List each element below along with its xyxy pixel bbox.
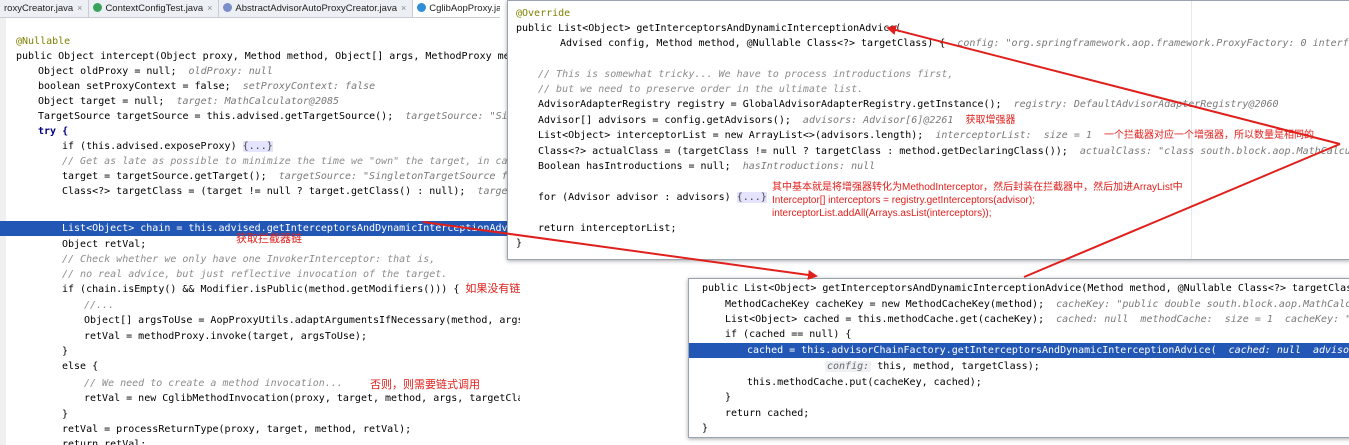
code-line: return retVal; <box>62 439 147 445</box>
code-line: retVal = processReturnType(proxy, target… <box>62 424 412 435</box>
code-line: Object[] argsToUse = AopProxyUtils.adapt… <box>84 315 520 326</box>
code-comment: // but we need to preserve order in the … <box>538 84 864 95</box>
code-line: Advised config, Method method, @Nullable… <box>560 38 1349 49</box>
code-line: } <box>725 392 732 403</box>
code-comment: // no real advice, but just reflective i… <box>62 269 448 280</box>
code-line: boolean setProxyContext = false; setProx… <box>38 81 376 92</box>
code-line: Object oldProxy = null; oldProxy: null <box>38 66 273 77</box>
code-comment: // This is somewhat tricky... We have to… <box>538 69 954 80</box>
code-line: List<Object> cached = this.methodCache.g… <box>725 314 1349 325</box>
tab-label: roxyCreator.java <box>4 3 74 14</box>
annotation-note: 获取增强器 <box>965 115 1016 126</box>
code-line: retVal = methodProxy.invoke(target, args… <box>84 331 367 342</box>
close-icon[interactable]: × <box>207 3 212 13</box>
code-line: this.methodCache.put(cacheKey, cached); <box>747 377 982 388</box>
code-line: @Nullable <box>16 36 71 47</box>
annotation-note: 如果没有链，则直接执行目标方法 <box>465 283 520 295</box>
code-line: if (cached == null) { <box>725 329 852 340</box>
tab-context-config-test[interactable]: ContextConfigTest.java × <box>89 0 220 17</box>
tab-proxy-creator[interactable]: roxyCreator.java × <box>0 0 90 17</box>
code-line: public Object intercept(Object proxy, Me… <box>16 51 520 62</box>
close-icon[interactable]: × <box>401 3 406 13</box>
code-line: public List<Object> getInterceptorsAndDy… <box>702 283 1349 294</box>
code-line: MethodCacheKey cacheKey = new MethodCach… <box>725 299 1349 310</box>
code-line: retVal = new CglibMethodInvocation(proxy… <box>84 393 520 404</box>
code-line: for (Advisor advisor : advisors) {...} <box>538 192 767 203</box>
code-line: public List<Object> getInterceptorsAndDy… <box>516 23 902 34</box>
code-line: else { <box>62 361 99 372</box>
annotation-note: 获取拦截器链 <box>236 233 302 245</box>
annotation-note: 一个拦截器对应一个增强器，所以数量是相同的 <box>1103 130 1314 141</box>
method-definition-popup[interactable]: @Override public List<Object> getInterce… <box>507 0 1349 260</box>
code-comment: // We need to create a method invocation… <box>84 378 343 389</box>
code-line: Advisor[] advisors = config.getAdvisors(… <box>538 115 1016 126</box>
code-line: @Override <box>516 8 571 19</box>
annotation-note: 其中基本就是将增强器转化为MethodInterceptor，然后封装在拦截器中… <box>772 182 1183 193</box>
code-line: } <box>62 409 69 420</box>
code-comment: // Get as late as possible to minimize t… <box>62 156 520 167</box>
tab-label: AbstractAdvisorAutoProxyCreator.java <box>235 3 397 14</box>
code-line: List<Object> interceptorList = new Array… <box>538 130 1314 141</box>
fold-marker[interactable]: {...} <box>736 192 767 203</box>
code-line: Object retVal; <box>62 239 147 250</box>
code-line: try { <box>38 126 69 137</box>
code-line: config: this, method, targetClass); <box>825 361 1040 372</box>
code-line: Boolean hasIntroductions = null; hasIntr… <box>538 161 876 172</box>
tab-abstract-advisor[interactable]: AbstractAdvisorAutoProxyCreator.java × <box>219 0 414 17</box>
tab-label: CglibAopProxy.java <box>429 3 500 14</box>
close-icon[interactable]: × <box>77 3 82 13</box>
code-line: Object target = null; target: MathCalcul… <box>38 96 340 107</box>
method-definition-popup[interactable]: public List<Object> getInterceptorsAndDy… <box>688 278 1349 438</box>
code-line: } <box>516 238 523 249</box>
code-editor[interactable]: @Nullable public Object intercept(Object… <box>0 18 520 445</box>
fold-marker[interactable]: {...} <box>242 141 273 152</box>
code-line: Class<?> actualClass = (targetClass != n… <box>538 146 1349 157</box>
tab-label: ContextConfigTest.java <box>105 3 204 14</box>
tab-cglib-aop-proxy[interactable]: CglibAopProxy.java× <box>413 0 500 17</box>
code-line: TargetSource targetSource = this.advised… <box>38 111 520 122</box>
abstract-class-icon <box>223 3 233 12</box>
code-line: if (this.advised.exposeProxy) {...} <box>62 141 273 152</box>
editor-tab-bar: roxyCreator.java × ContextConfigTest.java ×… <box>0 0 500 18</box>
code-line: return cached; <box>725 408 810 419</box>
parameter-hint: config: <box>825 361 872 372</box>
code-comment: // Check whether we only have one Invoke… <box>62 254 436 265</box>
code-comment: //... <box>84 300 115 311</box>
test-class-icon <box>93 3 103 12</box>
code-line: if (chain.isEmpty() && Modifier.isPublic… <box>62 282 520 297</box>
annotation-note: Interceptor[] interceptors = registry.ge… <box>772 195 1035 206</box>
code-line: Class<?> targetClass = (target != null ?… <box>62 186 520 197</box>
highlighted-code-line[interactable]: cached = this.advisorChainFactory.getInt… <box>689 343 1349 358</box>
code-line: } <box>62 346 69 357</box>
annotation-note: interceptorList.addAll(Arrays.asList(int… <box>772 208 992 219</box>
code-line: AdvisorAdapterRegistry registry = Global… <box>538 99 1279 110</box>
class-icon <box>417 3 427 12</box>
code-line: target = targetSource.getTarget(); targe… <box>62 171 520 182</box>
code-line: return interceptorList; <box>538 223 677 234</box>
code-line: } <box>702 423 709 434</box>
